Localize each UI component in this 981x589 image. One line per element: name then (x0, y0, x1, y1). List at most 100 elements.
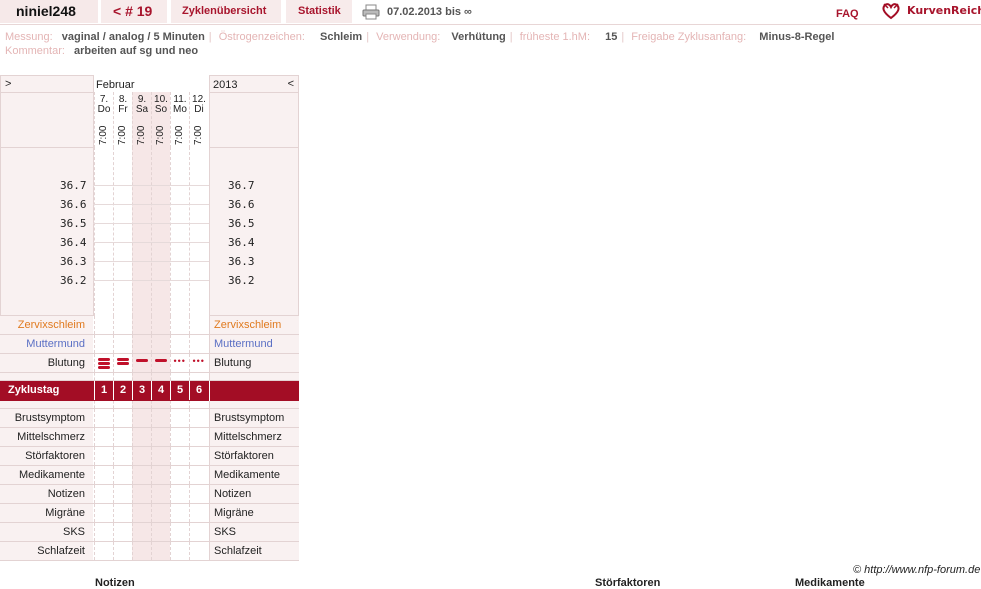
row-cell[interactable] (151, 409, 170, 427)
row-cell[interactable] (132, 409, 151, 427)
row-cell[interactable] (189, 373, 208, 380)
temp-column-2[interactable] (132, 147, 151, 316)
row-cell[interactable] (170, 504, 189, 522)
symptom-label-right[interactable]: SKS (209, 523, 299, 541)
row-cell[interactable] (189, 409, 208, 427)
row-cell[interactable] (189, 523, 208, 541)
row-cell[interactable] (189, 335, 208, 353)
row-cell[interactable] (151, 335, 170, 353)
row-cell[interactable] (113, 401, 132, 408)
row-cell[interactable] (189, 504, 208, 522)
temp-column-1[interactable] (113, 147, 132, 316)
row-cell[interactable] (189, 316, 208, 334)
row-cell[interactable] (170, 523, 189, 541)
zervix-label-left[interactable]: Zervixschleim (0, 316, 93, 334)
row-cell[interactable] (189, 428, 208, 446)
row-cell[interactable] (170, 401, 189, 408)
row-cell[interactable] (94, 316, 113, 334)
blutung-label-left[interactable]: Blutung (0, 354, 93, 372)
row-cell[interactable] (94, 428, 113, 446)
symptom-label-right[interactable]: Migräne (209, 504, 299, 522)
symptom-label-right[interactable]: Brustsymptom (209, 409, 299, 427)
row-cell[interactable] (151, 542, 170, 560)
row-cell[interactable] (113, 523, 132, 541)
row-cell[interactable] (113, 316, 132, 334)
row-cell[interactable] (151, 523, 170, 541)
row-cell[interactable] (94, 373, 113, 380)
symptom-label-right[interactable]: Störfaktoren (209, 447, 299, 465)
day-header-5[interactable]: 12. Di 7:00 (189, 92, 208, 148)
symptom-label-left[interactable]: Mittelschmerz (0, 428, 93, 446)
row-cell[interactable] (189, 466, 208, 484)
row-cell[interactable] (94, 466, 113, 484)
row-cell[interactable] (170, 409, 189, 427)
row-cell[interactable] (94, 401, 113, 408)
row-cell[interactable] (94, 485, 113, 503)
row-cell[interactable] (189, 485, 208, 503)
row-cell[interactable] (170, 466, 189, 484)
row-cell[interactable] (151, 316, 170, 334)
row-cell[interactable] (189, 447, 208, 465)
day-header-3[interactable]: 10. So 7:00 (151, 92, 170, 148)
row-cell[interactable] (94, 523, 113, 541)
blutung-label-right[interactable]: Blutung (209, 354, 299, 372)
row-cell[interactable] (170, 485, 189, 503)
row-cell[interactable] (170, 542, 189, 560)
muttermund-label-right[interactable]: Muttermund (209, 335, 299, 353)
day-header-2[interactable]: 9. Sa 7:00 (132, 92, 151, 148)
tab-cycle-overview[interactable]: Zyklenübersicht (171, 0, 281, 23)
day-header-4[interactable]: 11. Mo 7:00 (170, 92, 189, 148)
row-cell[interactable] (132, 485, 151, 503)
row-cell[interactable] (189, 401, 208, 408)
row-cell[interactable] (113, 542, 132, 560)
row-cell[interactable] (132, 401, 151, 408)
row-cell[interactable] (132, 335, 151, 353)
row-cell[interactable] (151, 373, 170, 380)
row-cell[interactable] (113, 447, 132, 465)
row-cell[interactable] (151, 504, 170, 522)
row-cell[interactable] (189, 542, 208, 560)
row-cell[interactable] (151, 447, 170, 465)
symptom-label-left[interactable]: Migräne (0, 504, 93, 522)
cycle-nav-button[interactable]: < # 19 (101, 0, 167, 23)
zervix-label-right[interactable]: Zervixschleim (209, 316, 299, 334)
row-cell[interactable] (113, 485, 132, 503)
row-cell[interactable] (94, 409, 113, 427)
row-cell[interactable] (94, 504, 113, 522)
symptom-label-left[interactable]: Notizen (0, 485, 93, 503)
symptom-label-right[interactable]: Mittelschmerz (209, 428, 299, 446)
heart-logo-icon[interactable] (881, 2, 901, 20)
next-arrow[interactable]: < (288, 78, 294, 90)
row-cell[interactable] (94, 447, 113, 465)
day-header-0[interactable]: 7. Do 7:00 (94, 92, 113, 148)
symptom-label-left[interactable]: Störfaktoren (0, 447, 93, 465)
row-cell[interactable] (170, 373, 189, 380)
temp-column-0[interactable] (94, 147, 113, 316)
faq-link[interactable]: FAQ (836, 8, 859, 20)
row-cell[interactable] (132, 373, 151, 380)
brand-link[interactable]: KurvenReich (907, 4, 981, 17)
row-cell[interactable] (170, 335, 189, 353)
row-cell[interactable] (113, 409, 132, 427)
prev-arrow[interactable]: > (5, 78, 11, 90)
day-header-1[interactable]: 8. Fr 7:00 (113, 92, 132, 148)
row-cell[interactable] (170, 447, 189, 465)
temp-column-3[interactable] (151, 147, 170, 316)
temp-column-4[interactable] (170, 147, 189, 316)
symptom-label-left[interactable]: Medikamente (0, 466, 93, 484)
row-cell[interactable] (132, 542, 151, 560)
row-cell[interactable] (151, 485, 170, 503)
symptom-label-right[interactable]: Schlafzeit (209, 542, 299, 560)
row-cell[interactable] (113, 335, 132, 353)
row-cell[interactable] (132, 523, 151, 541)
symptom-label-left[interactable]: Schlafzeit (0, 542, 93, 560)
row-cell[interactable] (113, 466, 132, 484)
row-cell[interactable] (113, 428, 132, 446)
row-cell[interactable] (132, 316, 151, 334)
row-cell[interactable] (132, 504, 151, 522)
row-cell[interactable] (132, 447, 151, 465)
user-name[interactable]: niniel248 (0, 0, 98, 23)
row-cell[interactable] (94, 335, 113, 353)
row-cell[interactable] (170, 428, 189, 446)
symptom-label-left[interactable]: Brustsymptom (0, 409, 93, 427)
